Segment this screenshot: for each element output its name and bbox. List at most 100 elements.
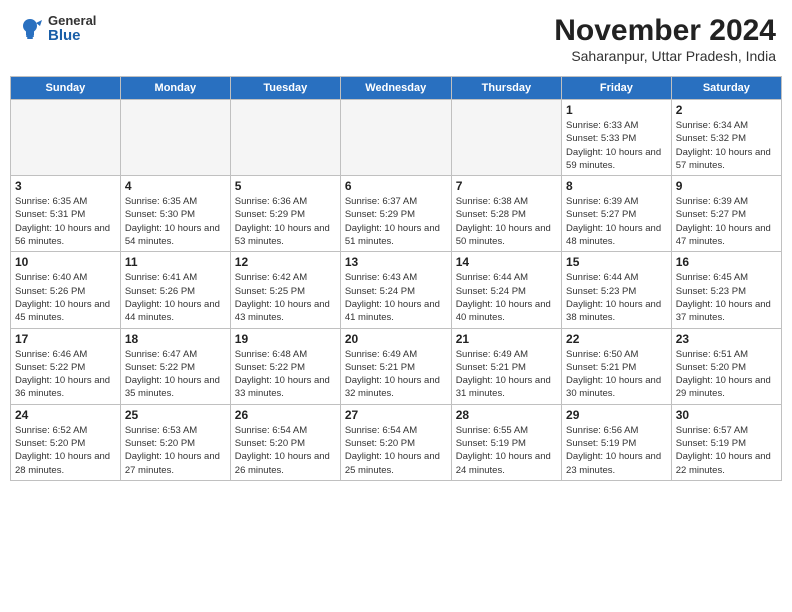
day-number: 14 bbox=[456, 255, 557, 269]
day-info-line: Daylight: 10 hours and 24 minutes. bbox=[456, 451, 551, 475]
calendar-cell bbox=[451, 100, 561, 176]
calendar-cell bbox=[340, 100, 451, 176]
month-title: November 2024 bbox=[554, 14, 776, 48]
day-info-line: Sunset: 5:19 PM bbox=[566, 438, 636, 449]
day-info-line: Sunset: 5:33 PM bbox=[566, 133, 636, 144]
calendar-cell: 5 Sunrise: 6:36 AMSunset: 5:29 PMDaylight… bbox=[230, 176, 340, 252]
day-number: 13 bbox=[345, 255, 447, 269]
day-info-line: Daylight: 10 hours and 22 minutes. bbox=[676, 451, 771, 475]
calendar-cell: 6Sunrise: 6:37 AMSunset: 5:29 PMDaylight… bbox=[340, 176, 451, 252]
day-info-line: Sunrise: 6:41 AM bbox=[125, 272, 197, 283]
day-info-line: Sunrise: 6:47 AM bbox=[125, 349, 197, 360]
day-info-line: Sunrise: 6:50 AM bbox=[566, 349, 638, 360]
day-info: Sunrise: 6:54 AMSunset: 5:20 PMDaylight:… bbox=[235, 424, 336, 477]
day-info-line: Daylight: 10 hours and 41 minutes. bbox=[345, 299, 440, 323]
day-number: 8 bbox=[566, 179, 667, 193]
day-info-line: Sunset: 5:23 PM bbox=[676, 286, 746, 297]
calendar-cell: 25Sunrise: 6:53 AMSunset: 5:20 PMDayligh… bbox=[120, 404, 230, 480]
day-info-line: Sunrise: 6:51 AM bbox=[676, 349, 748, 360]
day-number: 17 bbox=[15, 332, 116, 346]
day-info-line: Sunrise: 6:36 AM bbox=[235, 196, 307, 207]
day-number: 27 bbox=[345, 408, 447, 422]
day-info: Sunrise: 6:36 AMSunset: 5:29 PMDaylight:… bbox=[235, 195, 336, 248]
day-info-line: Daylight: 10 hours and 36 minutes. bbox=[15, 375, 110, 399]
day-info-line: Daylight: 10 hours and 51 minutes. bbox=[345, 223, 440, 247]
calendar-cell: 3Sunrise: 6:35 AMSunset: 5:31 PMDaylight… bbox=[11, 176, 121, 252]
calendar-cell bbox=[11, 100, 121, 176]
day-info-line: Sunrise: 6:35 AM bbox=[15, 196, 87, 207]
logo-blue-text: Blue bbox=[48, 28, 96, 45]
day-info-line: Daylight: 10 hours and 26 minutes. bbox=[235, 451, 330, 475]
day-info-line: Daylight: 10 hours and 32 minutes. bbox=[345, 375, 440, 399]
day-info-line: Daylight: 10 hours and 50 minutes. bbox=[456, 223, 551, 247]
day-info-line: Daylight: 10 hours and 47 minutes. bbox=[676, 223, 771, 247]
calendar-cell: 20Sunrise: 6:49 AMSunset: 5:21 PMDayligh… bbox=[340, 328, 451, 404]
calendar-cell: 28Sunrise: 6:55 AMSunset: 5:19 PMDayligh… bbox=[451, 404, 561, 480]
weekday-header-saturday: Saturday bbox=[671, 77, 781, 100]
day-info-line: Daylight: 10 hours and 44 minutes. bbox=[125, 299, 220, 323]
title-area: November 2024 Saharanpur, Uttar Pradesh,… bbox=[554, 14, 776, 64]
day-info: Sunrise: 6:43 AMSunset: 5:24 PMDaylight:… bbox=[345, 271, 447, 324]
calendar-cell: 26 Sunrise: 6:54 AMSunset: 5:20 PMDayligh… bbox=[230, 404, 340, 480]
day-info-line: Sunrise: 6:56 AM bbox=[566, 425, 638, 436]
day-info: Sunrise: 6:40 AMSunset: 5:26 PMDaylight:… bbox=[15, 271, 116, 324]
day-number: 24 bbox=[15, 408, 116, 422]
calendar-cell: 21Sunrise: 6:49 AMSunset: 5:21 PMDayligh… bbox=[451, 328, 561, 404]
day-info-line: Sunset: 5:23 PM bbox=[566, 286, 636, 297]
day-info-line: Daylight: 10 hours and 27 minutes. bbox=[125, 451, 220, 475]
day-number: 2 bbox=[676, 103, 777, 117]
day-info-line: Sunrise: 6:54 AM bbox=[235, 425, 307, 436]
day-number: 29 bbox=[566, 408, 667, 422]
calendar-cell: 2Sunrise: 6:34 AMSunset: 5:32 PMDaylight… bbox=[671, 100, 781, 176]
calendar-cell: 29Sunrise: 6:56 AMSunset: 5:19 PMDayligh… bbox=[562, 404, 672, 480]
day-info-line: Sunrise: 6:37 AM bbox=[345, 196, 417, 207]
day-info: Sunrise: 6:46 AMSunset: 5:22 PMDaylight:… bbox=[15, 348, 116, 401]
day-info-line: Daylight: 10 hours and 37 minutes. bbox=[676, 299, 771, 323]
weekday-header-row: SundayMondayTuesdayWednesdayThursdayFrid… bbox=[11, 77, 782, 100]
day-info-line: Daylight: 10 hours and 25 minutes. bbox=[345, 451, 440, 475]
calendar-week-1: 1Sunrise: 6:33 AMSunset: 5:33 PMDaylight… bbox=[11, 100, 782, 176]
day-info-line: Sunrise: 6:46 AM bbox=[15, 349, 87, 360]
calendar-cell: 18Sunrise: 6:47 AMSunset: 5:22 PMDayligh… bbox=[120, 328, 230, 404]
day-info-line: Sunrise: 6:53 AM bbox=[125, 425, 197, 436]
day-number: 1 bbox=[566, 103, 667, 117]
day-number: 15 bbox=[566, 255, 667, 269]
day-info-line: Daylight: 10 hours and 28 minutes. bbox=[15, 451, 110, 475]
logo-text: General Blue bbox=[48, 14, 96, 45]
day-number: 18 bbox=[125, 332, 226, 346]
calendar-table: SundayMondayTuesdayWednesdayThursdayFrid… bbox=[10, 76, 782, 481]
logo-icon bbox=[16, 15, 44, 43]
day-info-line: Sunrise: 6:34 AM bbox=[676, 120, 748, 131]
day-number: 16 bbox=[676, 255, 777, 269]
day-info-line: Sunset: 5:20 PM bbox=[676, 362, 746, 373]
day-info-line: Daylight: 10 hours and 31 minutes. bbox=[456, 375, 551, 399]
calendar-cell: 16Sunrise: 6:45 AMSunset: 5:23 PMDayligh… bbox=[671, 252, 781, 328]
day-info: Sunrise: 6:35 AMSunset: 5:30 PMDaylight:… bbox=[125, 195, 226, 248]
day-info-line: Sunrise: 6:44 AM bbox=[456, 272, 528, 283]
day-info-line: Sunset: 5:32 PM bbox=[676, 133, 746, 144]
weekday-header-wednesday: Wednesday bbox=[340, 77, 451, 100]
day-number: 26 bbox=[235, 408, 336, 422]
day-info-line: Sunset: 5:28 PM bbox=[456, 209, 526, 220]
day-info-line: Daylight: 10 hours and 33 minutes. bbox=[235, 375, 330, 399]
calendar-cell: 23Sunrise: 6:51 AMSunset: 5:20 PMDayligh… bbox=[671, 328, 781, 404]
calendar-cell: 10Sunrise: 6:40 AMSunset: 5:26 PMDayligh… bbox=[11, 252, 121, 328]
calendar-cell: 8Sunrise: 6:39 AMSunset: 5:27 PMDaylight… bbox=[562, 176, 672, 252]
day-number: 9 bbox=[676, 179, 777, 193]
day-number: 7 bbox=[456, 179, 557, 193]
calendar-cell: 11Sunrise: 6:41 AMSunset: 5:26 PMDayligh… bbox=[120, 252, 230, 328]
calendar-cell: 17 Sunrise: 6:46 AMSunset: 5:22 PMDayligh… bbox=[11, 328, 121, 404]
day-info: Sunrise: 6:53 AMSunset: 5:20 PMDaylight:… bbox=[125, 424, 226, 477]
logo: General Blue bbox=[16, 14, 96, 45]
calendar-week-2: 3Sunrise: 6:35 AMSunset: 5:31 PMDaylight… bbox=[11, 176, 782, 252]
day-number: 5 bbox=[235, 179, 336, 193]
calendar-cell: 7Sunrise: 6:38 AMSunset: 5:28 PMDaylight… bbox=[451, 176, 561, 252]
day-info-line: Sunset: 5:27 PM bbox=[566, 209, 636, 220]
day-info: Sunrise: 6:39 AMSunset: 5:27 PMDaylight:… bbox=[676, 195, 777, 248]
day-info-line: Sunrise: 6:48 AM bbox=[235, 349, 307, 360]
calendar-cell: 12Sunrise: 6:42 AMSunset: 5:25 PMDayligh… bbox=[230, 252, 340, 328]
calendar-cell: 1Sunrise: 6:33 AMSunset: 5:33 PMDaylight… bbox=[562, 100, 672, 176]
day-info-line: Daylight: 10 hours and 38 minutes. bbox=[566, 299, 661, 323]
day-info-line: Daylight: 10 hours and 30 minutes. bbox=[566, 375, 661, 399]
day-info-line: Sunrise: 6:43 AM bbox=[345, 272, 417, 283]
